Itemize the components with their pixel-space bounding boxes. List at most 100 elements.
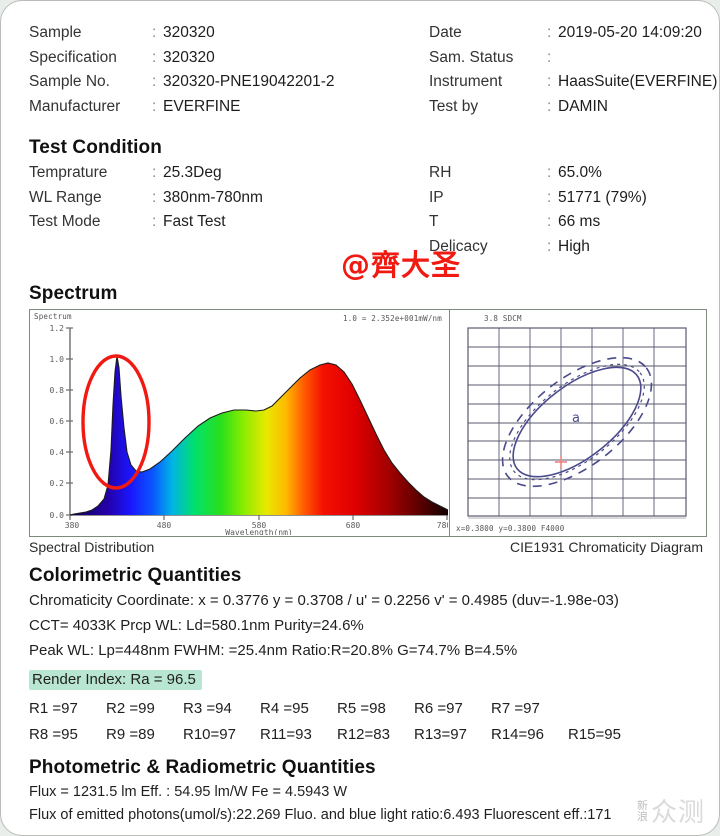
ri-cell-r12: R12=83 [337, 726, 390, 744]
info-value: Fast Test [163, 213, 226, 230]
test-condition-title: Test Condition [29, 137, 162, 158]
info-row-rh: RH : 65.0% [429, 165, 699, 181]
info-row-sample-no: Sample No. : 320320-PNE19042201-2 [29, 74, 429, 90]
test-condition-right: RH : 65.0% IP : 51771 (79%) T : 66 ms De… [429, 165, 699, 263]
cie-measured-point-marker [555, 456, 567, 468]
info-separator: : [152, 213, 157, 230]
peak-wl-fwhm-line: Peak WL: Lp=448nm FWHM: =25.4nm Ratio:R=… [29, 641, 518, 659]
svg-text:0.8: 0.8 [50, 386, 65, 395]
info-separator: : [547, 24, 552, 41]
ri-cell-r9: R9 =89 [106, 726, 155, 744]
info-row-instrument: Instrument : HaasSuite(EVERFINE) [429, 73, 717, 90]
render-index-wrapper: Render Index: Ra = 96.5 [29, 670, 705, 691]
photon-flux-line: Flux of emitted photons(umol/s):22.269 F… [29, 807, 612, 824]
spectral-distribution-chart: Spectrum 1.0 = 2.352e+001mW/nm 1.2 1.0 0… [30, 310, 450, 536]
info-row-delicacy: Delicacy : High [429, 237, 699, 255]
colorimetric-title: Colorimetric Quantities [29, 565, 242, 586]
info-row-test-by: Test by : DAMIN [429, 97, 699, 115]
ri-cell-r4: R4 =95 [260, 700, 309, 718]
ri-cell-r11: R11=93 [260, 726, 312, 744]
site-watermark: 新 浪 众测 [637, 792, 705, 829]
site-watermark-char-top: 新 [636, 798, 648, 812]
y-tick-labels: 1.2 1.0 0.8 0.6 0.4 0.2 0.0 [50, 324, 65, 520]
spectral-distribution-caption: Spectral Distribution [29, 539, 155, 555]
svg-text:0.6: 0.6 [50, 417, 65, 426]
colorimetric-section: Colorimetric Quantities Chromaticity Coo… [29, 565, 705, 743]
info-label: IP [429, 188, 444, 206]
ri-cell-r15: R15=95 [568, 726, 621, 744]
info-label: Instrument [429, 73, 503, 90]
info-separator: : [152, 164, 157, 181]
info-separator: : [547, 188, 552, 206]
info-row-specification: Specification : 320320 [29, 48, 429, 66]
render-index-row-2: R8 =95 R9 =89 R10=97 R11=93 R12=83 R13=9… [29, 726, 705, 743]
ri-cell-r6: R6 =97 [414, 700, 463, 718]
chart-captions: Spectral Distribution CIE1931 Chromatici… [29, 539, 707, 555]
info-value: 320320 [163, 48, 215, 66]
cct-purity-line: CCT= 4033K Prcp WL: Ld=580.1nm Purity=24… [29, 616, 364, 634]
site-watermark-char-bottom: 浪 [636, 809, 648, 823]
info-value: 66 ms [558, 213, 601, 230]
info-value: HaasSuite(EVERFINE) [558, 73, 718, 90]
svg-text:680: 680 [346, 521, 361, 530]
info-value: High [558, 237, 590, 255]
info-row-wl-range: WL Range : 380nm-780nm [29, 188, 429, 206]
cie-plot-svg: a [467, 327, 687, 519]
info-label: Manufacturer [29, 97, 121, 115]
info-label: Temprature [29, 164, 108, 181]
ri-cell-r3: R3 =94 [183, 700, 232, 718]
info-label: T [429, 213, 439, 230]
ri-cell-r7: R7 =97 [491, 700, 540, 718]
ri-cell-r8: R8 =95 [29, 726, 78, 744]
ri-cell-r2: R2 =99 [106, 700, 155, 718]
info-label: Date [429, 24, 462, 41]
render-index-badge: Render Index: Ra = 96.5 [29, 670, 202, 691]
x-axis-label: Wavelength(nm) [225, 528, 292, 535]
info-row-sample: Sample : 320320 [29, 25, 429, 41]
info-separator: : [547, 237, 552, 255]
info-row-test-mode: Test Mode : Fast Test [29, 214, 429, 230]
header-info-left: Sample : 320320 Specification : 320320 S… [29, 25, 429, 123]
spectrum-plot-svg: 1.2 1.0 0.8 0.6 0.4 0.2 0.0 380 480 580 … [50, 324, 448, 535]
ri-cell-r13: R13=97 [414, 726, 467, 744]
chromaticity-coordinate-line: Chromaticity Coordinate: x = 0.3776 y = … [29, 592, 619, 609]
info-separator: : [152, 48, 157, 66]
flux-eff-fe-line: Flux = 1231.5 lm Eff. : 54.95 lm/W Fe = … [29, 784, 348, 801]
ri-cell-r1: R1 =97 [29, 700, 78, 718]
info-label: Specification [29, 48, 117, 66]
info-label: Test by [429, 97, 479, 115]
info-value: 320320-PNE19042201-2 [163, 73, 335, 90]
cie-chromaticity-chart: 3.8 SDCM x=0.3800 y=0.3800 F4000 a [450, 310, 706, 536]
info-label: Sample No. [29, 73, 110, 90]
photometric-section: Photometric & Radiometric Quantities Flu… [29, 757, 705, 823]
info-value: 320320 [163, 24, 215, 41]
info-separator: : [152, 73, 157, 90]
spectrum-section: Spectrum Spectrum 1.0 = 2.352e+001mW/nm [29, 283, 707, 555]
render-index-values: R1 =97 R2 =99 R3 =94 R4 =95 R5 =98 R6 =9… [29, 700, 705, 743]
ri-cell-r5: R5 =98 [337, 700, 386, 718]
svg-text:1.0: 1.0 [50, 355, 65, 364]
info-separator: : [547, 48, 552, 66]
info-label: Sample [29, 24, 82, 41]
header-info: Sample : 320320 Specification : 320320 S… [29, 24, 717, 123]
x-tick-marks [69, 515, 448, 520]
info-separator: : [152, 97, 157, 115]
info-label: RH [429, 164, 452, 181]
info-value: EVERFINE [163, 97, 241, 115]
info-row-temprature: Temprature : 25.3Deg [29, 165, 429, 181]
info-row-t: T : 66 ms [429, 214, 699, 230]
info-row-sam-status: Sam. Status : [429, 48, 699, 66]
charts-container: Spectrum 1.0 = 2.352e+001mW/nm 1.2 1.0 0… [29, 309, 707, 537]
info-value: 25.3Deg [163, 164, 222, 181]
info-separator: : [152, 24, 157, 41]
photometric-title: Photometric & Radiometric Quantities [29, 757, 376, 779]
info-value: 65.0% [558, 164, 602, 181]
info-value: 2019-05-20 14:09:20 [558, 24, 702, 41]
ri-cell-r14: R14=96 [491, 726, 544, 744]
report-body: Sample : 320320 Specification : 320320 S… [1, 1, 719, 835]
info-separator: : [547, 213, 552, 230]
info-separator: : [152, 188, 157, 206]
site-watermark-sina: 新 浪 [637, 800, 648, 822]
info-value: DAMIN [558, 97, 608, 115]
svg-text:0.0: 0.0 [50, 511, 65, 520]
